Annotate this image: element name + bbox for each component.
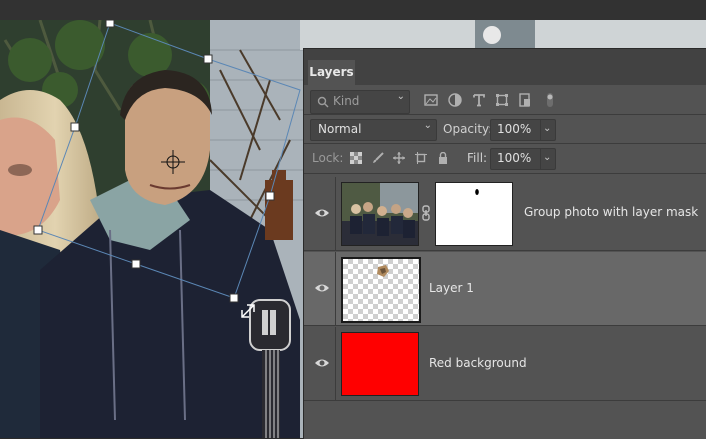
lock-artboard-icon[interactable]	[415, 152, 427, 164]
separator	[304, 114, 706, 115]
filter-pixel-icon[interactable]	[424, 93, 438, 107]
fill-value: 100%	[497, 151, 532, 165]
filter-shape-icon[interactable]	[495, 93, 509, 107]
layer-name[interactable]: Layer 1	[429, 281, 474, 295]
face-fragment-icon	[377, 265, 389, 277]
lock-label: Lock:	[312, 151, 344, 165]
chevron-down-icon: ⌄	[423, 120, 432, 131]
lock-position-icon[interactable]	[393, 152, 405, 164]
divider	[335, 177, 336, 250]
layer-mask-thumbnail[interactable]	[435, 182, 513, 246]
blend-mode-select[interactable]: Normal ⌄	[310, 119, 437, 141]
separator	[304, 173, 706, 174]
opacity-value: 100%	[497, 122, 532, 136]
filter-toggle-icon[interactable]	[546, 93, 554, 107]
filter-kind-select[interactable]: Kind ⌄	[310, 90, 410, 114]
layer-name[interactable]: Group photo with layer mask	[524, 205, 698, 219]
layer-thumbnail	[341, 257, 421, 323]
lock-transparent-pixels-icon[interactable]	[350, 152, 362, 164]
lock-image-pixels-icon[interactable]	[372, 152, 384, 164]
options-bar	[0, 0, 706, 20]
layer-row[interactable]: Red background	[304, 327, 706, 401]
eye-icon[interactable]	[314, 357, 330, 369]
layer-row[interactable]: Group photo with layer mask	[304, 177, 706, 251]
lock-all-icon[interactable]	[437, 152, 449, 164]
chevron-down-icon: ⌄	[543, 152, 552, 163]
opacity-field[interactable]: 100% ⌄	[490, 119, 556, 141]
fill-dropdown[interactable]: ⌄	[540, 149, 555, 169]
divider	[335, 327, 336, 400]
blend-mode-value: Normal	[318, 122, 362, 136]
panel-tab-bar: Layers	[304, 49, 706, 85]
search-icon	[317, 96, 329, 108]
separator	[304, 143, 706, 144]
layer-thumbnail	[341, 182, 419, 246]
layers-panel: Layers Kind ⌄ Normal ⌄ Opacity: 100% ⌄ L…	[303, 48, 706, 439]
chain-link-icon[interactable]	[421, 205, 431, 221]
fill-label: Fill:	[467, 151, 488, 165]
chevron-down-icon: ⌄	[396, 91, 405, 102]
divider	[335, 252, 336, 325]
fill-field[interactable]: 100% ⌄	[490, 148, 556, 170]
chevron-down-icon: ⌄	[543, 123, 552, 134]
filter-smart-object-icon[interactable]	[518, 93, 532, 107]
eye-icon[interactable]	[314, 282, 330, 294]
layer-thumbnail	[341, 332, 419, 396]
filter-kind-placeholder: Kind	[333, 94, 360, 108]
layer-name[interactable]: Red background	[429, 356, 527, 370]
eye-icon[interactable]	[314, 207, 330, 219]
opacity-label: Opacity:	[443, 122, 493, 136]
tab-layers[interactable]: Layers	[308, 60, 355, 85]
opacity-dropdown[interactable]: ⌄	[540, 120, 555, 140]
filter-adjustment-icon[interactable]	[448, 93, 462, 107]
filter-type-icon[interactable]	[472, 93, 486, 107]
layer-row-selected[interactable]: Layer 1	[304, 252, 706, 326]
